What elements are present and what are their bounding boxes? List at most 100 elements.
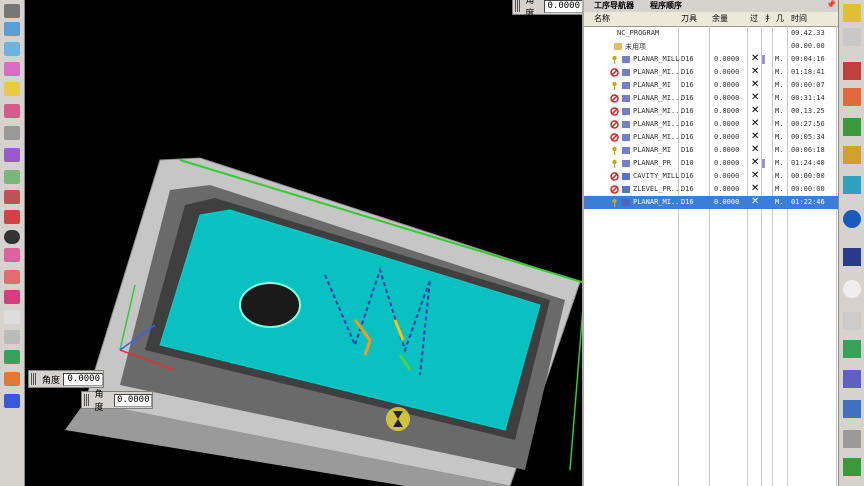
curve-icon[interactable] (4, 170, 20, 184)
angle-input-top[interactable]: 角度 0.0000 (512, 0, 584, 19)
measure-icon[interactable] (4, 190, 20, 204)
op-name: PLANAR_MI... (633, 120, 684, 128)
table-row[interactable]: PLANAR_MI D16 0.0000 ✕ M. 00:06:18 (584, 144, 840, 157)
reuse-icon[interactable] (843, 62, 861, 80)
navigator-icon[interactable] (843, 4, 861, 22)
angle-input-left[interactable]: 角度 0.0000 (28, 370, 104, 388)
no-path-icon (610, 185, 619, 194)
drag-handle-icon[interactable] (515, 0, 521, 12)
layer-icon[interactable] (4, 126, 20, 140)
header-name[interactable]: 名称 (594, 13, 610, 24)
op-tool: D16 (681, 172, 694, 180)
angle-value[interactable]: 0.0000 (63, 372, 103, 386)
table-row[interactable]: PLANAR_MI... D16 0.0000 ✕ M. 01:18:41 (584, 66, 840, 79)
wave-icon[interactable] (843, 248, 861, 266)
tab-operation-navigator[interactable]: 工序导航器 (594, 0, 634, 11)
table-row[interactable]: NC_PROGRAM 09.42.33 (584, 27, 840, 40)
planar-op-icon (622, 95, 630, 102)
right-resource-bar (838, 0, 864, 486)
no-path-icon (610, 133, 619, 142)
header-geometry[interactable]: 几 (776, 13, 784, 24)
op-stock: 0.0000 (714, 107, 740, 115)
drag-handle-icon[interactable] (84, 394, 90, 406)
close-icon: ✕ (751, 183, 760, 194)
angle-value[interactable]: 0.0000 (544, 0, 583, 13)
op-name: PLANAR_MI... (633, 133, 684, 141)
angle-value[interactable]: 0.0000 (114, 393, 152, 407)
assembly-icon[interactable] (843, 146, 861, 164)
parts-icon[interactable] (843, 28, 861, 46)
cube-view-icon[interactable] (4, 42, 20, 56)
table-row[interactable]: ZLEVEL_PR... D16 0.0000 ✕ M. 00:00:00 (584, 183, 840, 196)
table-row[interactable]: PLANAR_MI... D16 0.0000 ✕ M. 00:27:56 (584, 118, 840, 131)
feature-icon[interactable] (4, 270, 20, 284)
table-row[interactable]: PLANAR_MI... D16 0.0000 ✕ M. 00:31:14 (584, 92, 840, 105)
view-icon[interactable] (4, 4, 20, 18)
op-time: 00:06:18 (791, 146, 825, 154)
nc-icon[interactable] (4, 394, 20, 408)
pin-icon[interactable]: 📌 (826, 0, 836, 9)
section-icon[interactable] (4, 104, 20, 118)
op-stock: 0.0000 (714, 185, 740, 193)
cube-icon[interactable] (4, 22, 20, 36)
op-geometry: M. (775, 159, 784, 167)
help-icon[interactable] (843, 458, 861, 476)
cross-icon[interactable] (4, 290, 20, 304)
graphics-viewport[interactable]: 角度 0.0000 角度 0.0000 角度 0.0000 (25, 0, 584, 486)
sheet-icon[interactable] (4, 310, 20, 324)
op-geometry: M. (775, 172, 784, 180)
analysis-icon[interactable] (4, 210, 20, 224)
history-icon[interactable] (843, 280, 861, 298)
chart-icon[interactable] (843, 176, 861, 194)
close-icon: ✕ (751, 196, 760, 207)
key-icon (612, 81, 617, 90)
tool-icon[interactable] (4, 372, 20, 386)
angle-input-bottom[interactable]: 角度 0.0000 (81, 390, 153, 413)
header-time[interactable]: 时间 (791, 13, 807, 24)
machine-tool-icon[interactable] (843, 118, 861, 136)
table-row[interactable]: PLANAR_PR D10 0.0000 ✕ M. 01:24:40 (584, 157, 840, 170)
system-icon[interactable] (843, 370, 861, 388)
surface-icon[interactable] (4, 248, 20, 262)
shaded-icon[interactable] (4, 82, 20, 96)
op-name: PLANAR_PR (633, 159, 671, 167)
op-tool: D16 (681, 133, 694, 141)
table-row[interactable]: PLANAR_MI... D16 0.0000 ✕ M. 00.13.25 (584, 105, 840, 118)
process-icon[interactable] (843, 88, 861, 106)
close-icon: ✕ (751, 53, 760, 64)
info-icon[interactable] (4, 230, 20, 244)
op-stock: 0.0000 (714, 146, 740, 154)
close-icon: ✕ (751, 131, 760, 142)
table-row[interactable]: PLANAR_MILL D16 0.0000 ✕ M. 00:04:16 (584, 53, 840, 66)
angle-label: 角度 (525, 0, 535, 19)
header-path[interactable]: 过 (750, 13, 758, 24)
table-row[interactable]: CAVITY_MILL D16 0.0000 ✕ M. 00:00:00 (584, 170, 840, 183)
web-icon[interactable] (843, 210, 861, 228)
op-time: 00:04:16 (791, 55, 825, 63)
settings-icon[interactable] (843, 400, 861, 418)
drafting-icon[interactable] (4, 330, 20, 344)
role-icon[interactable] (843, 340, 861, 358)
table-row[interactable]: PLANAR_MI... D16 0.0000 ✕ M. 00:05:34 (584, 131, 840, 144)
folder-op-icon (614, 43, 622, 50)
tab-program-order[interactable]: 程序顺序 (650, 0, 682, 11)
machine-icon[interactable] (4, 350, 20, 364)
wireframe-icon[interactable] (4, 62, 20, 76)
header-ch[interactable]: 扌 (765, 13, 773, 24)
drag-handle-icon[interactable] (31, 373, 37, 385)
table-row[interactable]: PLANAR_MI... D16 0.0000 ✕ M. 01:22:46 (584, 196, 840, 209)
op-geometry: M. (775, 120, 784, 128)
header-tool[interactable]: 刀具 (681, 13, 697, 24)
op-name: PLANAR_MI... (633, 68, 684, 76)
op-geometry: M. (775, 107, 784, 115)
palette-icon[interactable] (843, 430, 861, 448)
planar-op-icon (622, 134, 630, 141)
table-row[interactable]: 未用项 00.00.00 (584, 40, 840, 53)
left-toolbar (0, 0, 25, 486)
header-stock[interactable]: 余量 (712, 13, 728, 24)
planar-op-icon (622, 69, 630, 76)
table-row[interactable]: PLANAR_MI D16 0.0000 ✕ M. 00:00:07 (584, 79, 840, 92)
doc-icon[interactable] (843, 312, 861, 330)
solid-icon[interactable] (4, 148, 20, 162)
op-time: 00:31:14 (791, 94, 825, 102)
